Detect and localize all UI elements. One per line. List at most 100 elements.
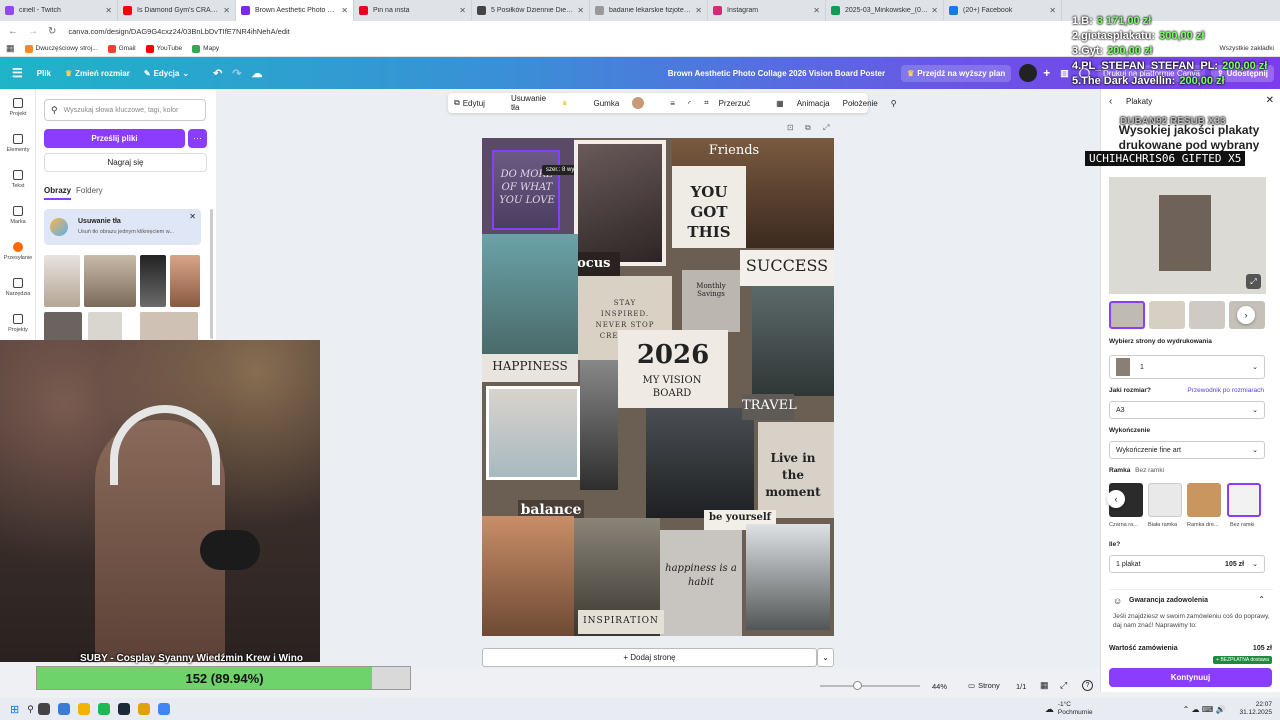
back-icon[interactable]: ← bbox=[8, 26, 18, 37]
browser-tab[interactable]: Brown Aesthetic Photo Collage✕ bbox=[236, 0, 354, 21]
crop-button[interactable]: ⌗ Przerzuć bbox=[704, 98, 763, 108]
close-tab-icon[interactable]: ✕ bbox=[577, 6, 584, 15]
start-icon[interactable]: ⊞ bbox=[10, 703, 19, 716]
taskbar-app[interactable] bbox=[137, 703, 150, 715]
close-icon[interactable]: ✕ bbox=[189, 212, 196, 221]
rail-item[interactable]: Marka bbox=[0, 197, 36, 233]
close-tab-icon[interactable]: ✕ bbox=[1049, 6, 1056, 15]
undo-icon[interactable]: ↶ bbox=[213, 67, 222, 80]
lock-icon[interactable]: ⊡ bbox=[787, 123, 794, 132]
upload-thumb[interactable] bbox=[84, 255, 136, 307]
corner-rounding-icon[interactable]: ◜ bbox=[688, 99, 691, 108]
expand-icon[interactable]: ⤢ bbox=[1246, 274, 1261, 289]
qty-select[interactable]: 1 plakat 105 zł ⌄ bbox=[1109, 555, 1265, 573]
pages-select[interactable]: 1 ⌄ bbox=[1109, 355, 1265, 379]
rail-item[interactable]: Narzędzia bbox=[0, 269, 36, 305]
transparency-icon[interactable]: ▦ bbox=[776, 99, 784, 108]
browser-tab[interactable]: badanie lekarskie fizjoterapia g...✕ bbox=[590, 0, 708, 21]
edit-image-button[interactable]: ⧉ Edytuj bbox=[454, 98, 498, 108]
browser-tab[interactable]: Pin na insta ✕ bbox=[354, 0, 472, 21]
rail-item[interactable]: Projekt bbox=[0, 89, 36, 125]
forward-icon[interactable]: → bbox=[28, 26, 38, 37]
close-tab-icon[interactable]: ✕ bbox=[695, 6, 702, 15]
browser-tab[interactable]: ciriell - Twitch ✕ bbox=[0, 0, 118, 21]
taskbar-app[interactable] bbox=[97, 703, 110, 715]
doc-title[interactable]: Brown Aesthetic Photo Collage 2026 Visio… bbox=[668, 69, 885, 78]
browser-tab[interactable]: 5 Posiłków Dziennie Dieta Pudeł...✕ bbox=[472, 0, 590, 21]
preview-thumb-3[interactable] bbox=[1189, 301, 1225, 329]
frame-option-white[interactable] bbox=[1148, 483, 1182, 517]
photo-gym-mirror[interactable] bbox=[746, 524, 830, 630]
zoom-handle[interactable] bbox=[853, 681, 862, 690]
taskbar-app[interactable] bbox=[57, 703, 70, 715]
photo-trainer[interactable] bbox=[752, 286, 834, 396]
file-menu[interactable]: Plik bbox=[37, 69, 51, 78]
tab-folders[interactable]: Foldery bbox=[76, 186, 103, 195]
size-guide-link[interactable]: Przewodnik po rozmiarach bbox=[1187, 387, 1264, 394]
taskbar-app[interactable] bbox=[37, 703, 50, 715]
photo-surf[interactable] bbox=[482, 234, 578, 354]
photo-gym[interactable] bbox=[574, 140, 666, 266]
preview-thumb-2[interactable] bbox=[1149, 301, 1185, 329]
promo-card[interactable]: Usuwanie tła Usuń tło obrazu jednym klik… bbox=[44, 209, 201, 245]
rail-item[interactable]: Przesyłanie bbox=[0, 233, 36, 269]
add-page-button[interactable]: + Dodaj stronę bbox=[482, 648, 817, 667]
analytics-icon[interactable]: ▥ bbox=[1060, 68, 1069, 79]
chevron-up-icon[interactable]: ⌃ bbox=[1258, 595, 1265, 604]
record-button[interactable]: Nagraj się bbox=[44, 153, 207, 172]
more-options-button[interactable]: ⋯ bbox=[188, 129, 207, 148]
frame-option-none[interactable] bbox=[1227, 483, 1261, 517]
search-icon[interactable]: ⚲ bbox=[27, 704, 34, 715]
edit-menu[interactable]: ✎ Edycja ⌄ bbox=[144, 69, 189, 78]
rail-item[interactable]: Elementy bbox=[0, 125, 36, 161]
position-button[interactable]: Położenie bbox=[843, 99, 878, 108]
fill-color-swatch[interactable] bbox=[632, 97, 657, 109]
zoom-slider[interactable] bbox=[820, 685, 920, 687]
close-tab-icon[interactable]: ✕ bbox=[459, 6, 466, 15]
avatar[interactable] bbox=[1019, 64, 1038, 82]
close-tab-icon[interactable]: ✕ bbox=[341, 6, 348, 15]
tab-images[interactable]: Obrazy bbox=[44, 186, 72, 200]
expand-icon[interactable]: ⤢ bbox=[823, 123, 829, 133]
add-collaborator-icon[interactable]: + bbox=[1043, 66, 1050, 80]
prev-arrow-icon[interactable]: ‹ bbox=[1107, 490, 1125, 508]
photo-yoga[interactable] bbox=[486, 386, 580, 480]
frame-option-wood[interactable] bbox=[1187, 483, 1221, 517]
resize-button[interactable]: ♛ Zmień rozmiar bbox=[65, 69, 130, 78]
photo-room[interactable] bbox=[482, 516, 574, 636]
page-options-button[interactable]: ⌄ bbox=[817, 648, 834, 667]
bookmark-youtube[interactable]: YouTube bbox=[145, 44, 182, 53]
finish-select[interactable]: Wykończenie fine art ⌄ bbox=[1109, 441, 1265, 459]
close-tab-icon[interactable]: ✕ bbox=[813, 6, 820, 15]
taskbar-app[interactable] bbox=[117, 703, 130, 715]
scrollbar[interactable] bbox=[210, 209, 213, 339]
zoom-level[interactable]: 44% bbox=[932, 682, 947, 691]
photo-window[interactable] bbox=[580, 360, 618, 490]
eraser-button[interactable]: Gumka bbox=[593, 99, 619, 108]
upload-thumb[interactable] bbox=[44, 312, 82, 342]
close-tab-icon[interactable]: ✕ bbox=[223, 6, 230, 15]
upload-thumb[interactable] bbox=[44, 255, 80, 307]
help-icon[interactable]: ? bbox=[1082, 680, 1093, 691]
browser-tab[interactable]: 2025-03_Minkowskie_(08)_Pale...✕ bbox=[826, 0, 944, 21]
upload-thumb[interactable] bbox=[170, 255, 200, 307]
reload-icon[interactable]: ↻ bbox=[48, 26, 56, 37]
redo-icon[interactable]: ↷ bbox=[232, 67, 241, 80]
animate-button[interactable]: Animacja bbox=[797, 99, 830, 108]
url-field[interactable]: canva.com/design/DAG9G4cxz24/03BnLbDvTIf… bbox=[68, 27, 289, 36]
grid-view-icon[interactable]: ▦ bbox=[1040, 680, 1049, 691]
upload-files-button[interactable]: Prześlij pliki bbox=[44, 129, 185, 148]
copy-style-icon[interactable]: ⚲ bbox=[891, 99, 897, 108]
browser-tab[interactable]: Instagram ✕ bbox=[708, 0, 826, 21]
bookmark-1[interactable]: Dwuczęściowy stroj... bbox=[24, 44, 98, 53]
close-icon[interactable]: ✕ bbox=[1266, 95, 1274, 106]
vision-board-poster[interactable]: DO MORE OF WHAT YOU LOVE szer.: 8 wys.: … bbox=[482, 138, 834, 636]
bg-remove-button[interactable]: Usuwanie tła ♛ bbox=[511, 94, 581, 112]
close-tab-icon[interactable]: ✕ bbox=[105, 6, 112, 15]
fullscreen-icon[interactable]: ⤢ bbox=[1060, 680, 1067, 691]
continue-button[interactable]: Kontynuuj bbox=[1109, 668, 1272, 687]
rail-item[interactable]: Projekty bbox=[0, 305, 36, 341]
duplicate-icon[interactable]: ⧉ bbox=[805, 123, 811, 133]
pages-button[interactable]: ▭ Strony bbox=[968, 681, 1000, 690]
border-style-icon[interactable]: ≡ bbox=[670, 99, 675, 108]
